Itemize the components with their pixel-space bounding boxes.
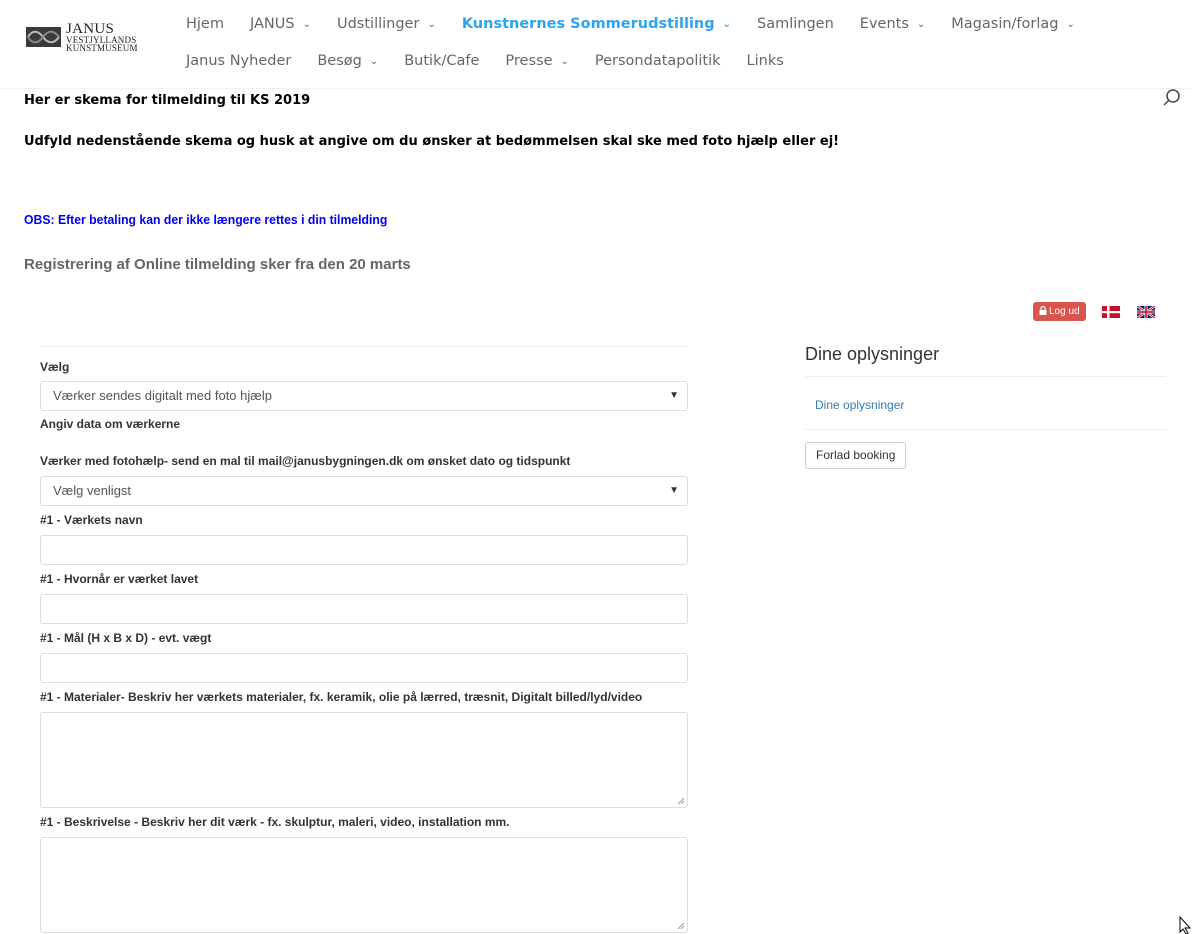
materials-label: #1 - Materialer- Beskriv her værkets mat… <box>40 690 643 704</box>
uk-flag-icon[interactable] <box>1137 306 1155 318</box>
logo-text-janus: JANUS <box>66 21 115 37</box>
photo-help-select[interactable]: Vælg venligst ▼ <box>40 476 688 506</box>
resize-handle-icon[interactable] <box>677 797 685 805</box>
description-label: #1 - Beskrivelse - Beskriv her dit værk … <box>40 815 510 829</box>
chevron-down-icon: ⌄ <box>722 19 732 30</box>
logout-label: Log ud <box>1049 306 1080 317</box>
nav-item-butik-cafe[interactable]: Butik/Cafe <box>404 53 479 69</box>
nav-item-janus-nyheder[interactable]: Janus Nyheder <box>186 53 291 69</box>
photo-help-select-value: Vælg venligst <box>53 483 132 498</box>
registration-notice: Registrering af Online tilmelding sker f… <box>24 256 411 273</box>
nav-item-kunstnernes-sommerudstilling[interactable]: Kunstnernes Sommerudstilling ⌄ <box>462 16 731 32</box>
main-nav: Hjem JANUS ⌄ Udstillinger ⌄ Kunstnernes Somme… <box>186 12 1186 86</box>
work-name-label: #1 - Værkets navn <box>40 513 143 527</box>
chevron-down-icon: ⌄ <box>1066 19 1075 30</box>
nav-item-udstillinger[interactable]: Udstillinger ⌄ <box>337 16 436 32</box>
work-size-label: #1 - Mål (H x B x D) - evt. vægt <box>40 631 212 645</box>
nav-item-label: Presse <box>505 53 553 69</box>
form-instruction: Udfyld nedenstående skema og husk at ang… <box>24 134 840 149</box>
delivery-select-value: Værker sendes digitalt med foto hjælp <box>53 388 272 403</box>
nav-row-secondary: Janus Nyheder Besøg ⌄ Butik/Cafe Presse ⌄ Pers… <box>186 49 1186 73</box>
logout-button[interactable]: Log ud <box>1033 302 1086 321</box>
chevron-down-icon: ⌄ <box>916 19 926 30</box>
nav-item-events[interactable]: Events ⌄ <box>860 16 925 32</box>
nav-row-primary: Hjem JANUS ⌄ Udstillinger ⌄ Kunstnernes Somme… <box>186 12 1186 36</box>
chevron-down-icon: ⌄ <box>302 19 311 30</box>
nav-item-presse[interactable]: Presse ⌄ <box>505 53 568 69</box>
nav-item-label: Besøg <box>317 53 362 69</box>
form-divider <box>40 346 688 347</box>
work-name-input[interactable] <box>40 535 688 565</box>
logo-text-line3: KUNSTMUSEUM <box>66 43 138 53</box>
lock-icon <box>1039 305 1047 315</box>
materials-textarea[interactable] <box>40 712 688 808</box>
description-textarea[interactable] <box>40 837 688 933</box>
work-date-label: #1 - Hvornår er værket lavet <box>40 572 199 586</box>
photo-help-label: Værker med fotohælp- send en mal til mai… <box>40 454 571 468</box>
chevron-down-icon: ⌄ <box>427 19 436 30</box>
sidebar-link-details[interactable]: Dine oplysninger <box>815 398 904 412</box>
choose-label: Vælg <box>40 360 70 374</box>
nav-item-label: Samlingen <box>757 16 834 32</box>
nav-item-label: Janus Nyheder <box>186 53 292 69</box>
nav-item-label: JANUS <box>249 16 295 32</box>
resize-handle-icon[interactable] <box>677 922 685 930</box>
work-date-input[interactable] <box>40 594 688 624</box>
delivery-select[interactable]: Værker sendes digitalt med foto hjælp ▼ <box>40 381 688 411</box>
chevron-down-icon: ⌄ <box>560 56 569 67</box>
caret-down-icon: ▼ <box>669 485 679 496</box>
janus-logo[interactable]: JANUS VESTJYLLANDS KUNSTMUSEUM <box>26 21 156 53</box>
caret-down-icon: ▼ <box>669 390 679 401</box>
site-header: JANUS VESTJYLLANDS KUNSTMUSEUM Hjem JANUS… <box>0 0 1192 88</box>
sidebar-title: Dine oplysninger <box>805 344 940 364</box>
nav-item-besøg[interactable]: Besøg ⌄ <box>317 53 378 69</box>
page-title: Her er skema for tilmelding til KS 2019 <box>24 93 311 108</box>
nav-item-label: Events <box>859 16 909 32</box>
nav-item-samlingen[interactable]: Samlingen <box>757 16 834 32</box>
nav-item-label: Persondatapolitik <box>594 53 721 69</box>
obs-notice: OBS: Efter betaling kan der ikke længere… <box>24 212 388 227</box>
mouse-cursor-icon <box>1179 915 1192 934</box>
logo-mark-icon <box>26 27 61 47</box>
nav-item-magasin-forlag[interactable]: Magasin/forlag ⌄ <box>951 16 1075 32</box>
search-icon[interactable] <box>1162 88 1182 108</box>
nav-item-label: Butik/Cafe <box>404 53 480 69</box>
nav-item-persondatapolitik[interactable]: Persondatapolitik <box>595 53 721 69</box>
chevron-down-icon: ⌄ <box>369 56 379 67</box>
works-data-label: Angiv data om værkerne <box>40 417 181 431</box>
nav-item-label: Links <box>746 53 784 69</box>
leave-booking-button[interactable]: Forlad booking <box>805 442 907 469</box>
work-size-input[interactable] <box>40 653 688 683</box>
danish-flag-icon[interactable] <box>1102 306 1120 318</box>
nav-item-label: Kunstnernes Sommerudstilling <box>461 16 715 32</box>
nav-item-janus[interactable]: JANUS ⌄ <box>250 16 311 32</box>
nav-item-label: Hjem <box>186 16 224 32</box>
nav-item-hjem[interactable]: Hjem <box>186 16 224 32</box>
nav-item-label: Udstillinger <box>336 16 420 32</box>
sidebar-divider <box>805 376 1166 377</box>
nav-item-links[interactable]: Links <box>747 53 784 69</box>
sidebar-divider <box>805 429 1166 430</box>
nav-item-label: Magasin/forlag <box>951 16 1059 32</box>
logo-text-subtitle: VESTJYLLANDS KUNSTMUSEUM <box>66 36 138 53</box>
